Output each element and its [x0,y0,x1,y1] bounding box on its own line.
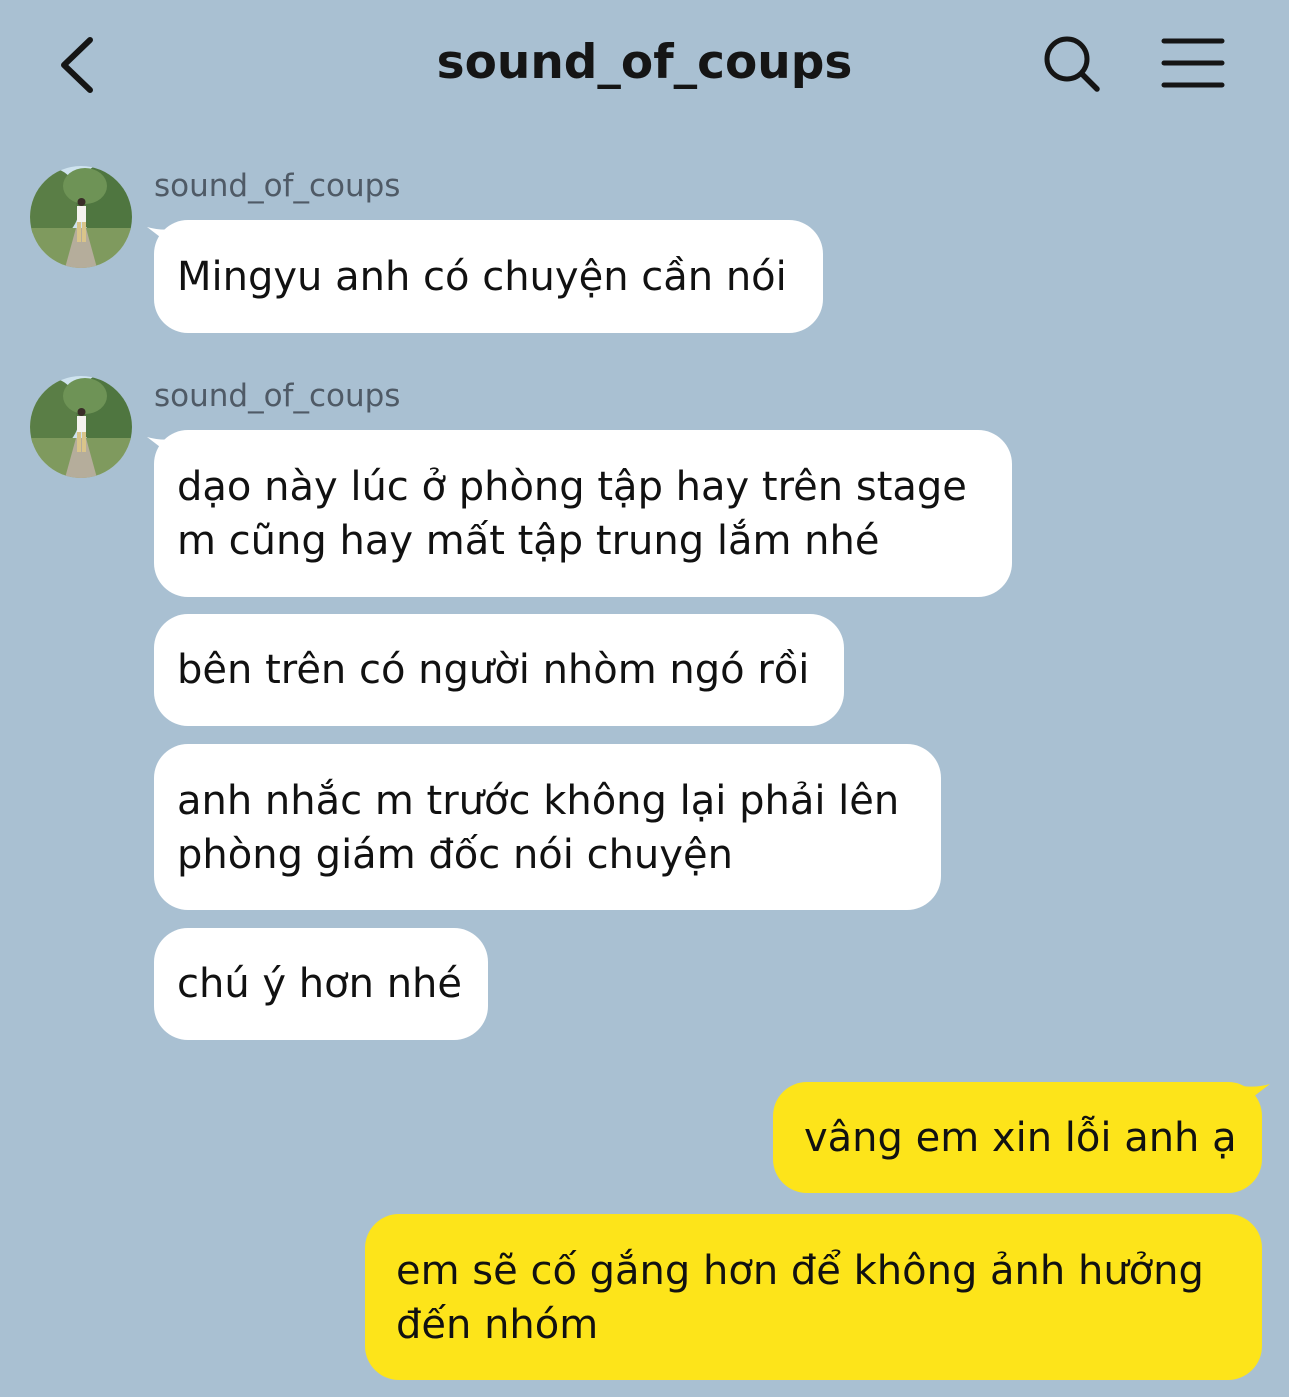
hamburger-menu-icon [1161,38,1225,88]
search-icon [1044,36,1100,92]
my-message-bubble[interactable]: vâng em xin lỗi anh ạ [773,1082,1262,1193]
message-text-line: em sẽ cố gắng hơn để không ảnh hưởng [396,1248,1204,1294]
message-text: vâng em xin lỗi anh ạ [804,1114,1237,1161]
message-text-line: đến nhóm [396,1302,599,1348]
chat-header: sound_of_coups [0,0,1289,130]
message-text: chú ý hơn nhé [177,961,462,1007]
message-bubble[interactable]: bên trên có người nhòm ngó rồi [154,614,844,726]
sender-name: sound_of_coups [154,378,401,414]
message-bubble[interactable]: dạo này lúc ở phòng tập hay trên stage m… [154,430,1012,597]
menu-button[interactable] [1158,34,1228,92]
message-text-line: m cũng hay mất tập trung lắm nhé [177,518,880,564]
avatar[interactable] [30,376,132,478]
avatar[interactable] [30,166,132,268]
my-message-bubble[interactable]: em sẽ cố gắng hơn để không ảnh hưởng đến… [365,1214,1262,1380]
message-text: Mingyu anh có chuyện cần nói [177,253,787,300]
avatar-photo [30,166,132,268]
search-button[interactable] [1040,32,1104,96]
message-bubble[interactable]: Mingyu anh có chuyện cần nói [154,220,823,333]
sender-name: sound_of_coups [154,168,401,204]
chevron-left-icon [61,37,93,93]
message-text: bên trên có người nhòm ngó rồi [177,647,810,693]
avatar-photo [30,376,132,478]
message-bubble[interactable]: anh nhắc m trước không lại phải lên phòn… [154,744,941,910]
message-text-line: phòng giám đốc nói chuyện [177,832,733,878]
message-text-line: anh nhắc m trước không lại phải lên [177,778,900,824]
back-button[interactable] [50,30,110,100]
message-bubble[interactable]: chú ý hơn nhé [154,928,488,1040]
message-text-line: dạo này lúc ở phòng tập hay trên stage [177,464,967,510]
